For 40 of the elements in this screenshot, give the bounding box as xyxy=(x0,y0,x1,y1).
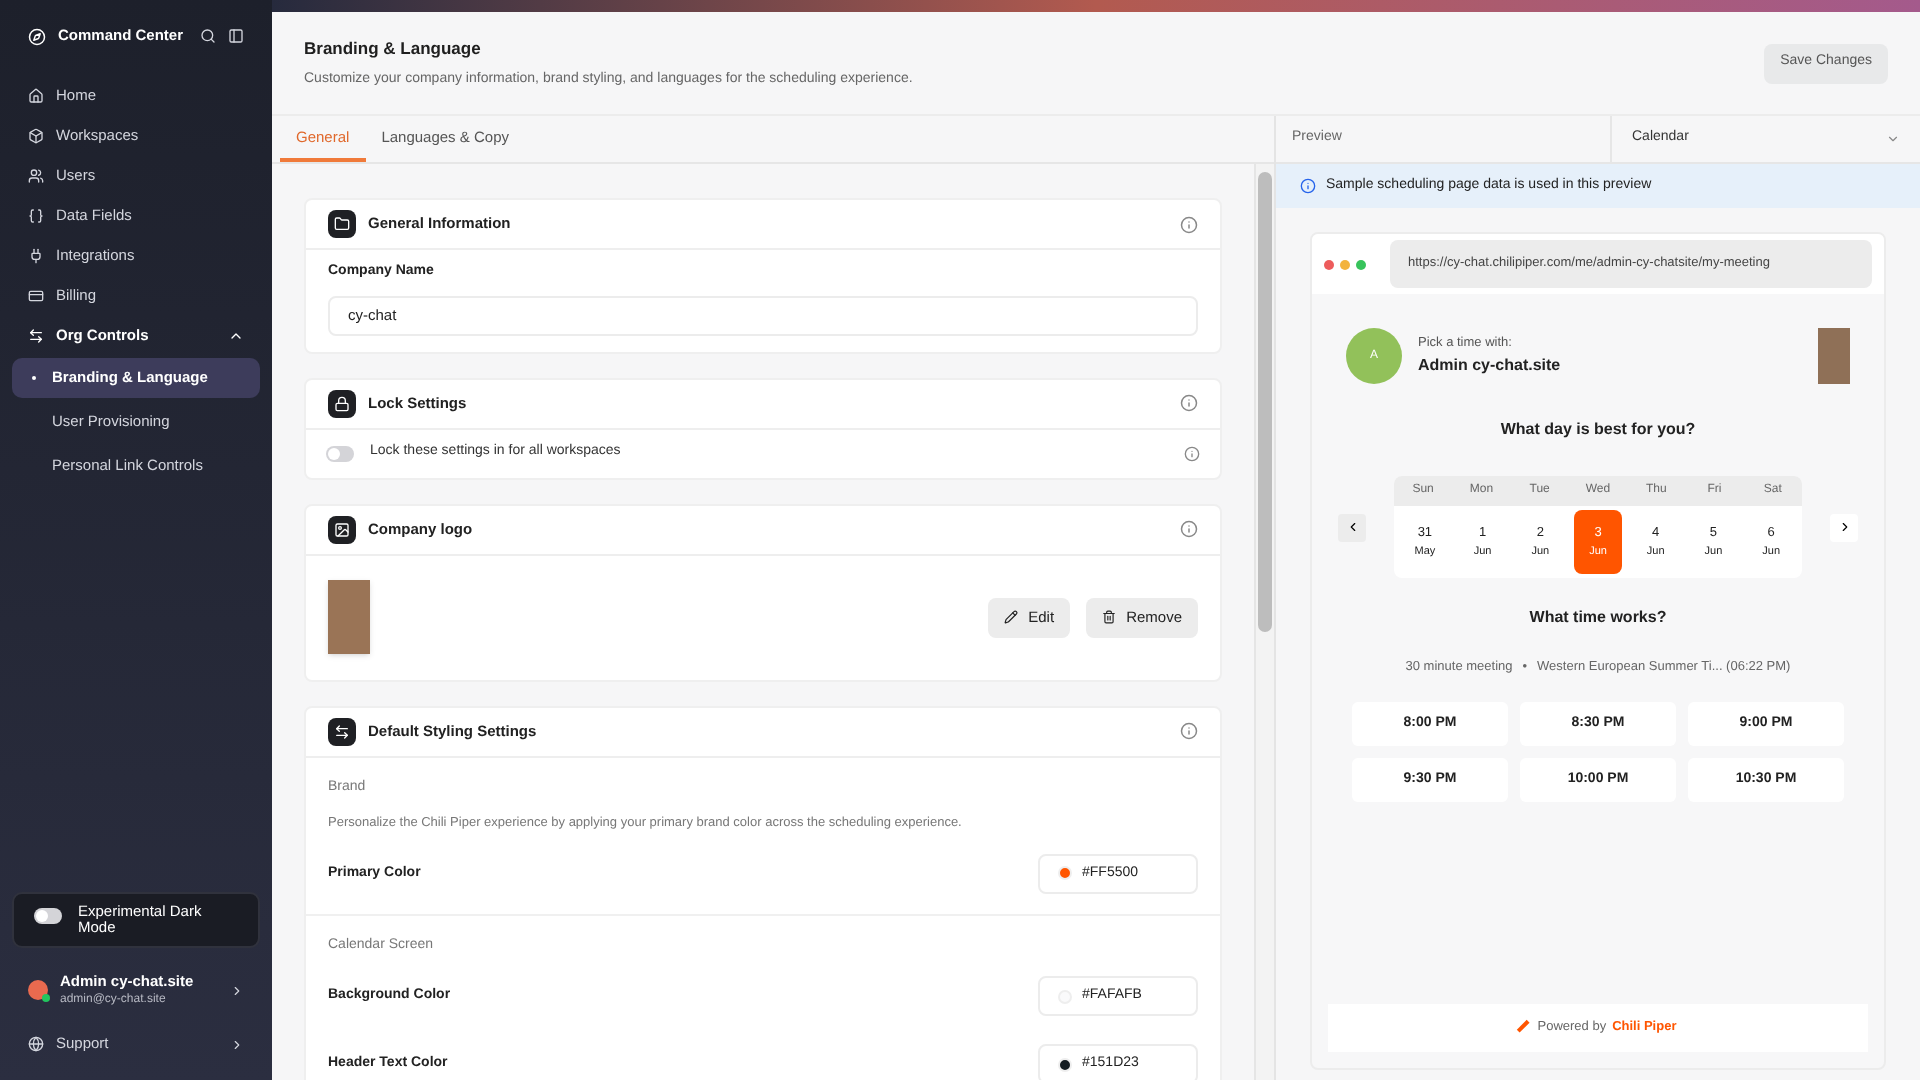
globe-icon xyxy=(28,1036,44,1052)
chevron-right-icon xyxy=(230,1037,244,1051)
trash-icon xyxy=(1102,610,1117,624)
day-question: What day is best for you? xyxy=(1498,418,1698,442)
window-dots-icon xyxy=(1324,259,1366,269)
folder-icon xyxy=(328,210,356,238)
photo-placeholder xyxy=(1818,328,1850,384)
arrows-icon xyxy=(328,717,356,745)
info-icon[interactable] xyxy=(1180,394,1198,412)
chevron-right-icon xyxy=(1837,520,1851,534)
image-icon xyxy=(328,515,356,543)
page-title: Branding & Language xyxy=(304,35,483,62)
info-icon[interactable] xyxy=(1184,445,1200,461)
previous-button[interactable] xyxy=(1338,513,1366,541)
sidebar-toggle-icon[interactable] xyxy=(228,28,244,44)
search-icon[interactable] xyxy=(200,28,216,44)
nav-icon xyxy=(28,88,44,104)
nav-icon xyxy=(28,248,44,264)
time-question: What time works? xyxy=(1527,606,1669,630)
logo-icon xyxy=(28,27,46,45)
toggle-switch[interactable] xyxy=(34,907,62,923)
nav-icon xyxy=(28,208,44,224)
lock-icon xyxy=(328,389,356,417)
info-icon[interactable] xyxy=(1180,215,1198,233)
collapse-icon[interactable] xyxy=(228,328,244,344)
nav-icon xyxy=(28,328,44,344)
host-name: Admin cy-chat.site xyxy=(1418,353,1561,378)
nav-icon xyxy=(28,128,44,144)
nav-icon xyxy=(28,168,44,184)
caret-icon xyxy=(1886,132,1900,146)
toggle-switch[interactable] xyxy=(326,445,354,461)
chevron-right-icon xyxy=(230,983,244,997)
pencil-icon xyxy=(1004,610,1019,624)
avatar-icon xyxy=(28,980,48,1000)
nav-icon xyxy=(28,288,44,304)
info-icon[interactable] xyxy=(1180,722,1198,740)
photo-placeholder xyxy=(328,580,370,654)
info-icon[interactable] xyxy=(1180,520,1198,538)
chevron-left-icon xyxy=(1345,520,1359,534)
info-icon xyxy=(1300,178,1316,194)
